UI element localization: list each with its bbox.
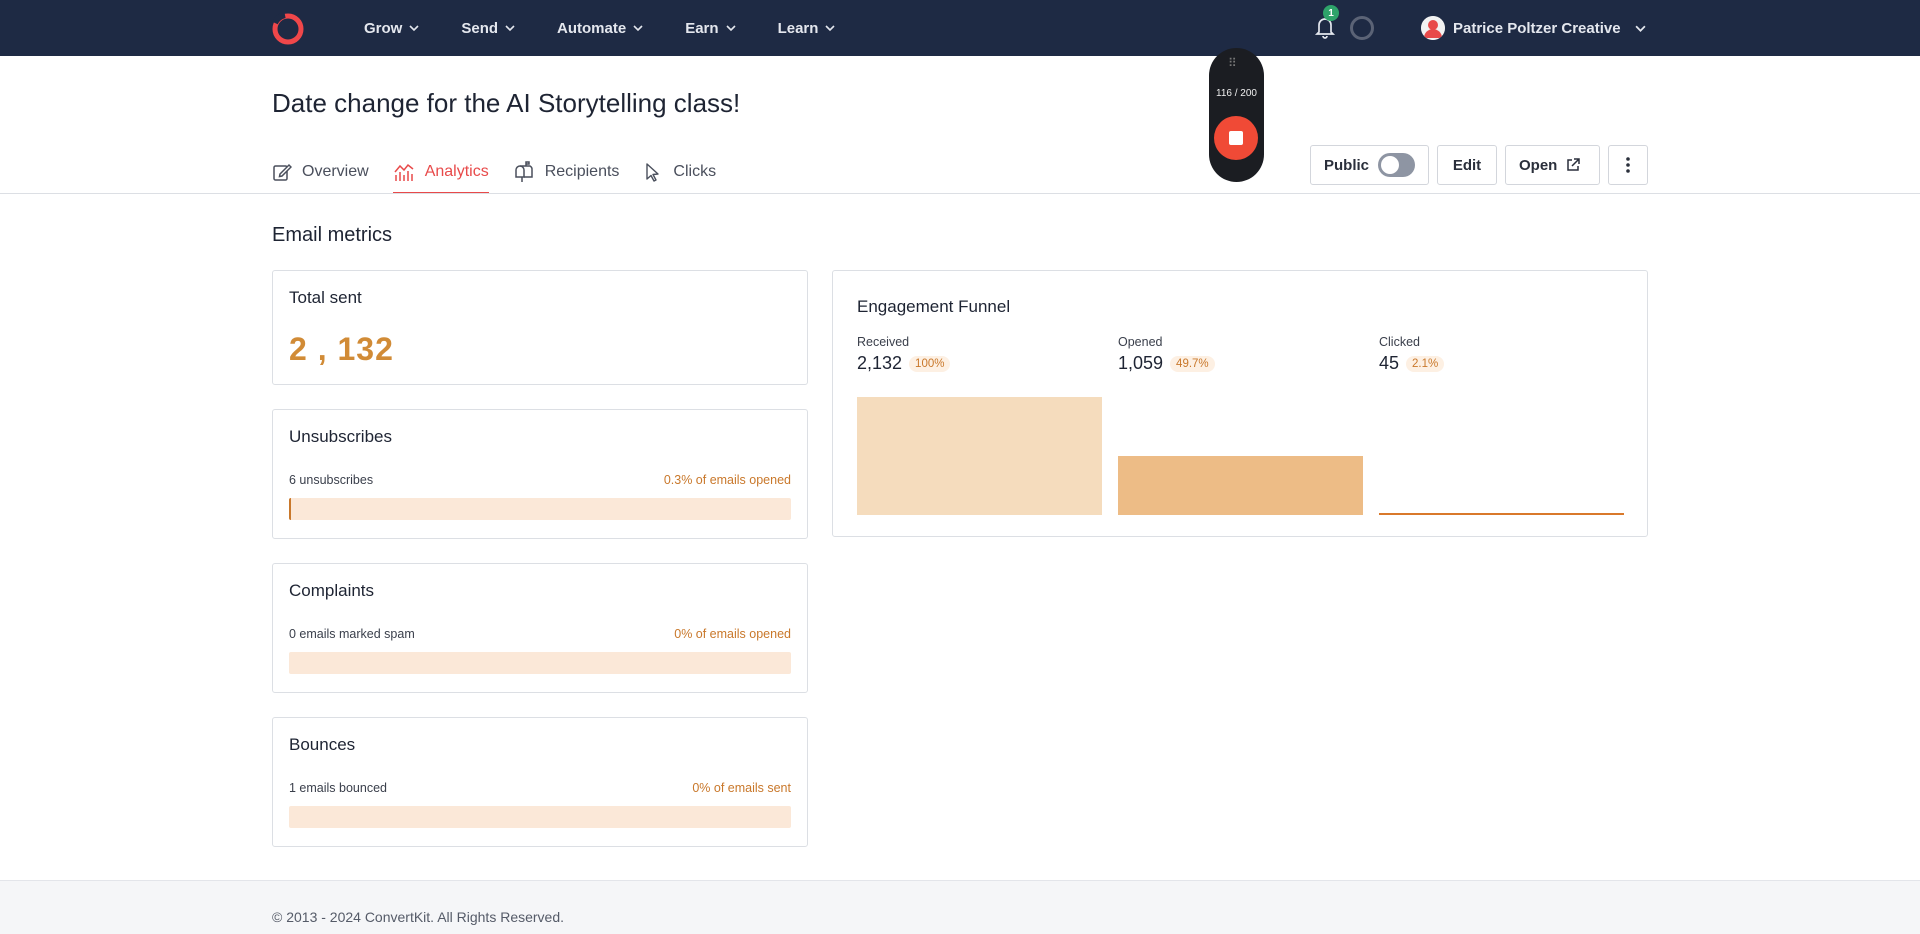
chevron-down-icon [409, 25, 419, 32]
card-title: Complaints [289, 581, 375, 600]
avatar [1421, 16, 1445, 40]
chevron-down-icon [1635, 25, 1646, 32]
nav-item-label: Learn [777, 19, 819, 37]
stage-percentage-badge: 100% [909, 355, 951, 372]
tab-label: Recipients [544, 163, 620, 180]
nav-item-label: Earn [685, 19, 719, 37]
funnel-stage-clicked: Clicked 45 2.1% [1379, 335, 1624, 515]
nav-item-earn[interactable]: Earn [685, 19, 736, 37]
kebab-menu-icon [1626, 157, 1630, 173]
section-title: Email metrics [272, 224, 393, 246]
total-sent-card: Total sent 2 , 132 [272, 270, 808, 385]
edit-icon [273, 163, 292, 181]
nav-item-automate[interactable]: Automate [557, 20, 643, 37]
funnel-stage-opened: Opened 1,059 49.7% [1118, 335, 1363, 515]
open-button-label: Open [1519, 156, 1558, 174]
tab-analytics[interactable]: Analytics [392, 152, 489, 194]
page-title: Date change for the AI Storytelling clas… [272, 88, 741, 118]
stage-percentage-badge: 2.1% [1406, 355, 1445, 372]
bounces-count: 1 emails bounced [289, 781, 387, 795]
card-title: Total sent [289, 288, 362, 307]
nav-item-learn[interactable]: Learn [778, 20, 836, 37]
tab-label: Analytics [424, 163, 489, 180]
complaints-card: Complaints 0 emails marked spam 0% of em… [272, 563, 808, 693]
card-title: Unsubscribes [289, 427, 392, 446]
tab-recipients[interactable]: Recipients [513, 152, 620, 194]
chevron-down-icon [505, 25, 515, 32]
top-navigation-bar: Grow Send Automate Earn Learn 1 Patrice … [0, 0, 1920, 56]
funnel-stage-received: Received 2,132 100% [857, 335, 1102, 515]
stage-value: 1,059 [1118, 353, 1164, 373]
public-toggle[interactable] [1378, 153, 1415, 177]
edit-button[interactable]: Edit [1437, 145, 1497, 185]
bounces-rate: 0% of emails sent [692, 781, 791, 795]
page-footer: © 2013 - 2024 ConvertKit. All Rights Res… [0, 880, 1920, 934]
progress-fill [289, 498, 291, 520]
bounces-card: Bounces 1 emails bounced 0% of emails se… [272, 717, 808, 847]
stage-label: Opened [1118, 335, 1163, 349]
unsubscribes-count: 6 unsubscribes [289, 473, 374, 487]
drag-handle-icon[interactable]: ⠿ [1228, 56, 1238, 70]
unsubscribes-card: Unsubscribes 6 unsubscribes 0.3% of emai… [272, 409, 808, 539]
nav-item-send[interactable]: Send [461, 20, 515, 37]
recording-counter: 116 / 200 [1216, 88, 1257, 99]
total-sent-value: 2 , 132 [289, 331, 394, 367]
nav-item-label: Automate [557, 19, 627, 37]
screen-recorder-widget[interactable]: ⠿ 116 / 200 [1209, 48, 1264, 182]
convertkit-logo-icon[interactable] [271, 12, 305, 46]
header-divider [0, 193, 1920, 194]
engagement-funnel-card: Engagement Funnel Received 2,132 100% Op… [832, 270, 1648, 537]
funnel-bar [857, 397, 1102, 515]
open-button[interactable]: Open [1505, 145, 1600, 185]
chevron-down-icon [825, 25, 835, 32]
complaints-count: 0 emails marked spam [289, 627, 415, 641]
stop-recording-button[interactable] [1214, 116, 1258, 160]
funnel-bar [1379, 512, 1624, 515]
edit-button-label: Edit [1452, 156, 1482, 174]
card-title: Bounces [289, 735, 356, 754]
card-title: Engagement Funnel [857, 297, 1011, 316]
nav-item-label: Grow [364, 19, 403, 37]
stop-icon [1229, 131, 1243, 145]
tab-label: Overview [302, 163, 369, 180]
stage-label: Clicked [1379, 335, 1420, 349]
tab-label: Clicks [673, 163, 717, 180]
complaints-progress-bar [289, 652, 791, 674]
cursor-icon [646, 163, 660, 182]
analytics-icon [394, 163, 414, 181]
user-menu[interactable]: Patrice Poltzer Creative [1421, 0, 1646, 56]
bounces-progress-bar [289, 806, 791, 828]
unsubscribes-rate: 0.3% of emails opened [663, 473, 791, 487]
public-label: Public [1324, 156, 1370, 174]
chevron-down-icon [633, 25, 643, 32]
unsubscribes-progress-bar [289, 498, 791, 520]
user-name: Patrice Poltzer Creative [1453, 19, 1621, 37]
notification-badge: 1 [1323, 5, 1339, 21]
funnel-bar [1118, 456, 1363, 515]
mailbox-icon [514, 161, 533, 182]
stage-label: Received [857, 335, 910, 349]
broadcast-tabs: Overview Analytics Recipients Clicks [272, 152, 740, 194]
main-menu: Grow Send Automate Earn Learn [364, 0, 877, 56]
public-toggle-control[interactable]: Public [1310, 145, 1429, 185]
chevron-down-icon [725, 25, 736, 32]
stage-value: 45 [1379, 353, 1400, 373]
tab-clicks[interactable]: Clicks [643, 152, 716, 194]
loading-spinner-icon [1350, 16, 1374, 40]
complaints-rate: 0% of emails opened [674, 627, 791, 641]
nav-item-grow[interactable]: Grow [364, 20, 419, 37]
user-avatar-icon [1421, 16, 1445, 40]
more-options-button[interactable] [1608, 145, 1648, 185]
nav-item-label: Send [461, 19, 499, 37]
copyright-text: © 2013 - 2024 ConvertKit. All Rights Res… [272, 909, 565, 925]
stage-percentage-badge: 49.7% [1170, 355, 1215, 372]
tab-overview[interactable]: Overview [272, 152, 369, 194]
external-link-icon [1567, 158, 1581, 171]
stage-value: 2,132 [857, 353, 903, 373]
